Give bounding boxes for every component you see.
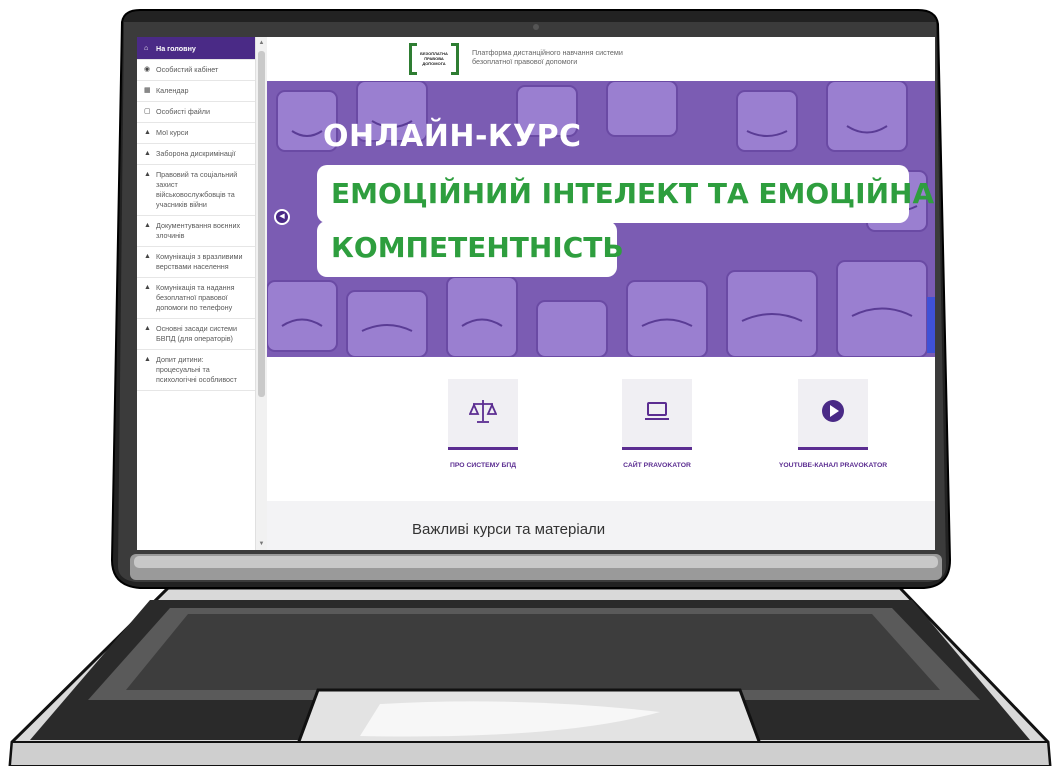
platform-line-1: Платформа дистанційного навчання системи [472,48,623,57]
sidebar-item-course[interactable]: ▲ Документування воєнних злочинів [137,216,255,247]
sidebar-item-calendar[interactable]: ▦ Календар [137,81,255,102]
scales-icon [469,400,497,423]
section-title: Важливі курси та матеріали [412,521,606,538]
sidebar-item-course[interactable]: ▲ Правовий та соціальний захист військов… [137,165,255,216]
graduation-cap-icon: ▲ [144,129,151,136]
sidebar-scrollbar[interactable]: ▲ ▼ [255,37,267,550]
quick-link-tile[interactable] [448,379,518,450]
graduation-cap-icon: ▲ [144,325,151,332]
sidebar-item-dashboard[interactable]: ◉ Особистий кабінет [137,60,255,81]
sidebar-item-label: Особистий кабінет [156,65,219,74]
platform-line-2: безоплатної правової допомоги [472,57,578,66]
hero-title-line-2: КОМПЕТЕНТНІСТЬ [331,231,624,264]
graduation-cap-icon: ▲ [144,284,151,291]
quick-link-about-bpd[interactable]: ПРО СИСТЕМУ БПД [413,379,553,469]
sidebar-item-label: Особисті файли [156,107,211,116]
graduation-cap-icon: ▲ [144,150,151,157]
sidebar-item-course[interactable]: ▲ Комунікація та надання безоплатної пра… [137,278,255,319]
platform-description: Платформа дистанційного навчання системи… [472,48,672,66]
sidebar-item-label: Календар [156,86,189,95]
sidebar-item-label: Правовий та соціальний захист військовос… [156,170,238,209]
scrollbar-thumb[interactable] [258,51,265,397]
logo-bracket-right [451,43,459,75]
graduation-cap-icon: ▲ [144,171,151,178]
sidebar-nav: ⌂ На головну ◉ Особистий кабінет ▦ Кален… [137,37,256,550]
sidebar-item-my-courses[interactable]: ▲ Мої курси [137,123,255,144]
file-icon: ▢ [144,108,151,115]
quick-link-tile[interactable] [798,379,868,450]
quick-link-site-pravokator[interactable]: САЙТ PRAVOKATOR [587,379,727,469]
sidebar-item-home[interactable]: ⌂ На головну [137,37,255,60]
calendar-icon: ▦ [144,87,151,94]
site-logo[interactable]: БЕЗОПЛАТНА ПРАВОВА ДОПОМОГА [409,43,459,75]
quick-link-youtube-pravokator[interactable]: YOUTUBE-КАНАЛ PRAVOKATOR [763,379,903,469]
sidebar-item-label: Документування воєнних злочинів [156,221,241,240]
sidebar-item-label: Заборона дискримінації [156,149,236,158]
sidebar-item-label: Комунікація з вразливими верствами насел… [156,252,243,271]
sidebar-item-course[interactable]: ▲ Допит дитини: процесуальні та психолог… [137,350,255,391]
important-courses-section: Важливі курси та матеріали [267,501,935,550]
quick-link-label: ПРО СИСТЕМУ БПД [449,462,517,469]
graduation-cap-icon: ▲ [144,222,151,229]
carousel-next-edge[interactable] [927,297,935,353]
logo-bracket-left [409,43,417,75]
graduation-cap-icon: ▲ [144,253,151,260]
laptop-icon [645,402,669,420]
carousel-prev-button[interactable]: ◀ [274,209,290,225]
scroll-down-arrow-icon[interactable]: ▼ [258,540,265,548]
quick-link-tile[interactable] [622,379,692,450]
scroll-up-arrow-icon[interactable]: ▲ [258,39,265,47]
quick-link-label: САЙТ PRAVOKATOR [623,462,691,469]
sidebar-item-course[interactable]: ▲ Основні засади системи БВПД (для опера… [137,319,255,350]
screen: ⌂ На головну ◉ Особистий кабінет ▦ Кален… [137,37,935,550]
quick-links: ПРО СИСТЕМУ БПД САЙТ PRAVOKATOR YOUTUBE-… [267,357,935,501]
sidebar-item-label: Мої курси [156,128,189,137]
dashboard-icon: ◉ [144,66,151,73]
sidebar-item-label: Комунікація та надання безоплатної право… [156,283,235,312]
hero-banner[interactable]: ОНЛАЙН-КУРС ЕМОЦІЙНИЙ ІНТЕЛЕКТ ТА ЕМОЦІЙ… [267,81,935,357]
sidebar-item-course[interactable]: ▲ Заборона дискримінації [137,144,255,165]
logo-text: БЕЗОПЛАТНА ПРАВОВА ДОПОМОГА [420,51,448,66]
sidebar-item-private-files[interactable]: ▢ Особисті файли [137,102,255,123]
main-content: БЕЗОПЛАТНА ПРАВОВА ДОПОМОГА Платформа ди… [267,37,935,550]
quick-link-label: YOUTUBE-КАНАЛ PRAVOKATOR [778,462,888,469]
home-icon: ⌂ [144,44,149,52]
hero-pre-title: ОНЛАЙН-КУРС [323,119,582,154]
sidebar-item-label: Основні засади системи БВПД (для операто… [156,324,237,343]
site-header: БЕЗОПЛАТНА ПРАВОВА ДОПОМОГА Платформа ди… [267,37,935,81]
hero-title-line-1: ЕМОЦІЙНИЙ ІНТЕЛЕКТ ТА ЕМОЦІЙНА [331,177,935,210]
graduation-cap-icon: ▲ [144,356,151,363]
sidebar-item-course[interactable]: ▲ Комунікація з вразливими верствами нас… [137,247,255,278]
play-icon [822,400,844,422]
sidebar-item-label: Допит дитини: процесуальні та психологіч… [156,355,237,384]
sidebar-item-label: На головну [156,43,196,53]
